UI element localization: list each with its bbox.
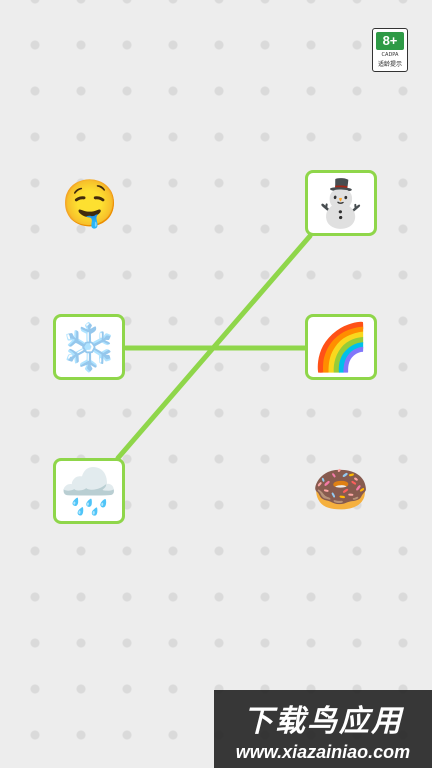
snowman-icon: ⛄	[312, 176, 370, 230]
tile-donut[interactable]: 🍩	[305, 456, 377, 522]
tile-snowflake[interactable]: ❄️	[53, 314, 125, 380]
rain-cloud-icon: 🌧️	[60, 464, 118, 518]
tile-drooling-face[interactable]: 🤤	[54, 170, 126, 236]
tile-rain-cloud[interactable]: 🌧️	[53, 458, 125, 524]
tile-rainbow[interactable]: 🌈	[305, 314, 377, 380]
tile-snowman[interactable]: ⛄	[305, 170, 377, 236]
connection-lines	[115, 233, 313, 461]
donut-icon: 🍩	[312, 462, 370, 516]
drooling-face-icon: 🤤	[61, 176, 119, 230]
watermark: 下载鸟应用 www.xiazainiao.com	[214, 690, 432, 768]
watermark-title: 下载鸟应用	[243, 703, 403, 739]
watermark-url: www.xiazainiao.com	[235, 741, 411, 762]
rainbow-icon: 🌈	[312, 320, 370, 374]
snowflake-icon: ❄️	[60, 320, 118, 374]
